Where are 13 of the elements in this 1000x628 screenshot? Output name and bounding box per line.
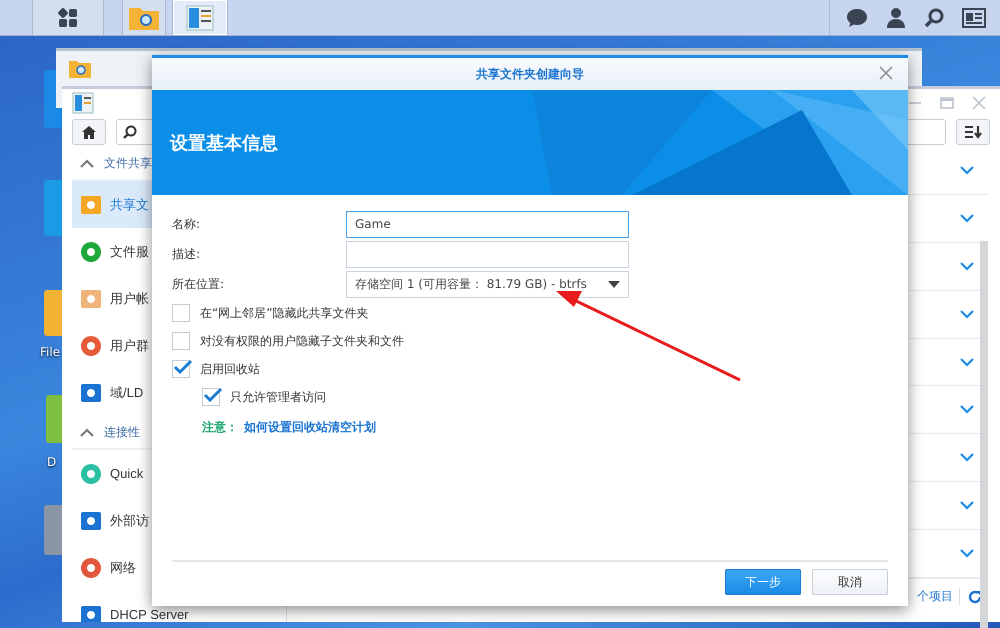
dialog-title: 共享文件夹创建向导	[476, 66, 584, 82]
field-label: 描述:	[172, 246, 202, 262]
checkbox-label: 只允许管理者访问	[230, 388, 326, 406]
field-label: 名称:	[172, 216, 202, 232]
checkbox-label: 在“网上邻居”隐藏此共享文件夹	[200, 304, 368, 322]
note-label: 注意：	[202, 418, 238, 436]
desktop-icon-label: D	[47, 455, 56, 469]
checkbox-label: 启用回收站	[200, 360, 260, 378]
item-count: 个项目	[917, 588, 960, 606]
checkbox-label: 对没有权限的用户隐藏子文件夹和文件	[200, 332, 404, 350]
field-label: 所在位置:	[172, 276, 226, 292]
page-heading: 设置基本信息	[170, 132, 278, 154]
desktop-icon-label: File	[40, 345, 60, 359]
